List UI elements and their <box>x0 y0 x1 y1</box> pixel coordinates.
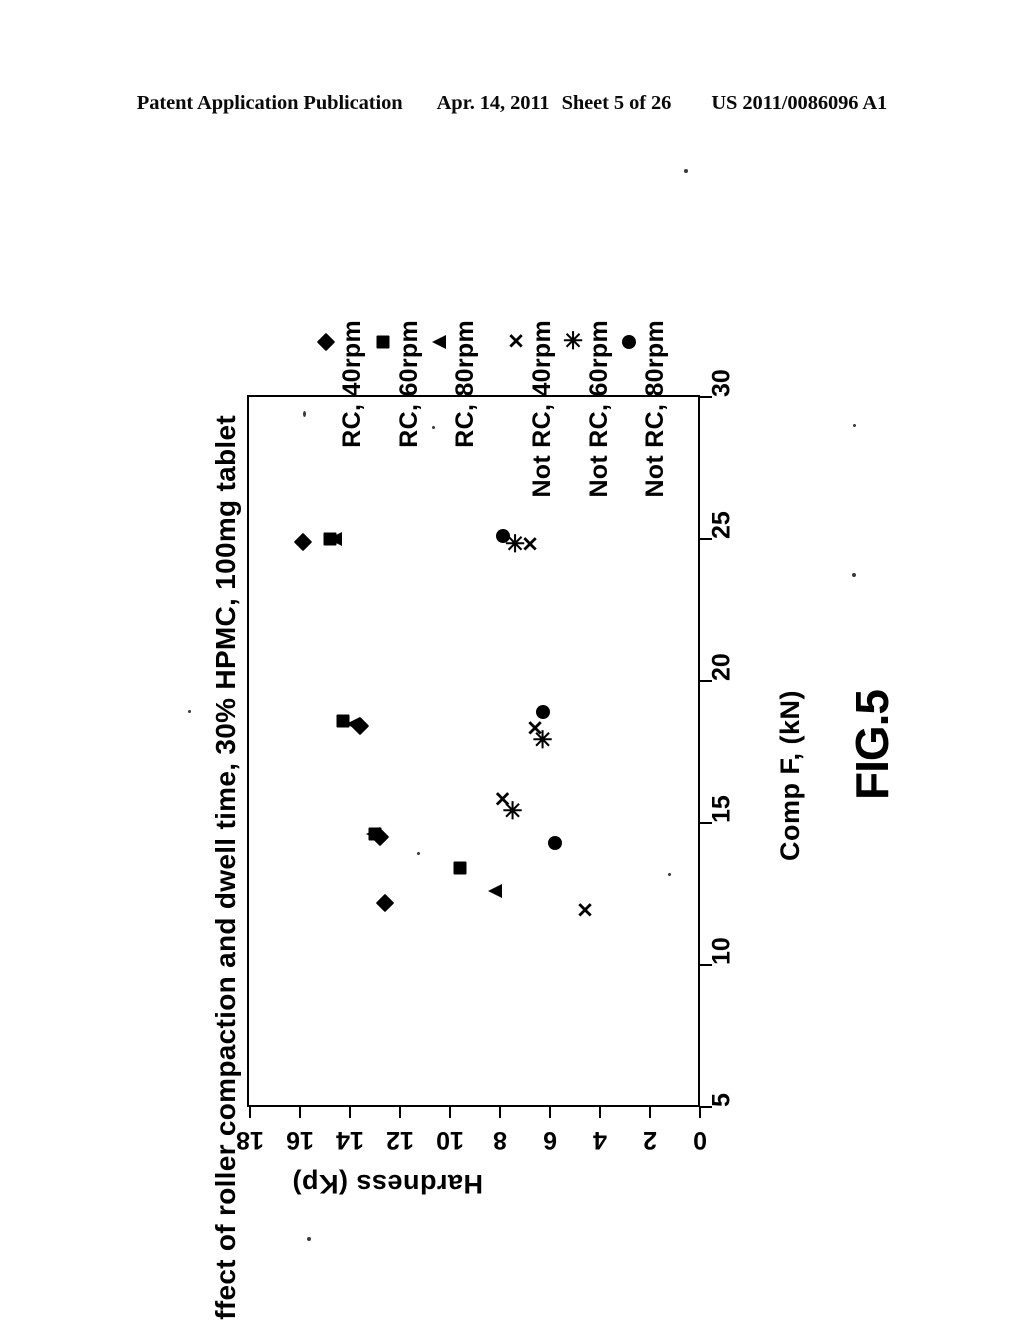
plot-area <box>247 395 700 1107</box>
triangle-marker-icon <box>432 335 446 349</box>
data-point <box>328 532 342 546</box>
legend-label: Not RC, 60rpm <box>585 320 613 498</box>
data-point <box>345 716 360 731</box>
scan-speck <box>307 1237 311 1241</box>
legend-label: RC, 40rpm <box>338 320 366 448</box>
triangle-marker-icon <box>365 827 380 842</box>
x-axis-tick-label: 15 <box>707 795 736 823</box>
figure-label: FIG.5 <box>846 690 898 801</box>
y-axis-tick <box>548 1107 552 1118</box>
chart-title: Effect of roller compaction and dwell ti… <box>210 415 241 1320</box>
y-axis-tick-label: 6 <box>543 1126 557 1154</box>
chart-legend: RC, 40rpm RC, 60rpm RC, 80rpm ✕ Not RC, 40rp… <box>316 190 670 498</box>
data-point <box>453 861 467 875</box>
legend-label: Not RC, 40rpm <box>528 320 556 498</box>
legend-marker <box>376 335 390 349</box>
y-axis-tick-label: 10 <box>436 1126 464 1154</box>
legend-label: RC, 60rpm <box>395 320 423 448</box>
x-axis-title: Comp F, (kN) <box>775 690 805 861</box>
figure-5: ✕ ✕ ✕ ✕ ✳ ✳ ✳ 18 16 14 12 10 8 6 4 2 0 5 10 15 20 25 30 Effec… <box>0 0 1024 1320</box>
y-axis-tick <box>298 1107 302 1118</box>
legend-marker <box>622 335 636 349</box>
y-axis-tick <box>648 1107 652 1118</box>
y-axis-tick-label: 4 <box>593 1126 607 1154</box>
y-axis-tick-label: 2 <box>643 1126 657 1154</box>
legend-label: Not RC, 80rpm <box>641 320 669 498</box>
x-axis-tick-label: 10 <box>707 937 736 965</box>
data-point <box>495 529 510 544</box>
x-marker-icon: ✕ <box>576 899 594 923</box>
scan-speck <box>417 852 420 855</box>
asterisk-marker-icon: ✳ <box>532 726 553 754</box>
scan-speck <box>303 411 306 417</box>
circle-marker-icon <box>495 529 510 544</box>
y-axis-tick-label: 12 <box>386 1126 414 1154</box>
circle-marker-icon <box>535 705 550 720</box>
y-axis-tick <box>248 1107 252 1118</box>
data-point <box>365 827 380 842</box>
legend-marker <box>432 335 446 349</box>
y-axis-tick <box>348 1107 352 1118</box>
diamond-marker-icon <box>293 532 312 552</box>
scan-speck <box>432 426 435 429</box>
triangle-marker-icon <box>345 716 360 731</box>
circle-marker-icon <box>622 335 636 349</box>
circle-marker-icon <box>548 835 562 850</box>
asterisk-marker-icon: ✳ <box>562 328 584 355</box>
diamond-marker-icon <box>316 332 336 352</box>
y-axis-title: Hardness (Kp) <box>292 1169 484 1199</box>
x-axis-tick-label: 25 <box>707 511 736 539</box>
scan-speck <box>852 573 856 577</box>
asterisk-marker-icon: ✳ <box>502 797 523 825</box>
x-marker-icon: ✕ <box>507 330 525 354</box>
scan-speck <box>668 873 671 876</box>
triangle-marker-icon <box>328 532 342 546</box>
data-point <box>535 705 550 720</box>
data-point: ✳ <box>502 797 523 825</box>
y-axis-tick <box>398 1107 402 1118</box>
y-axis-tick-label: 14 <box>336 1126 364 1154</box>
y-axis-tick-label: 0 <box>693 1126 707 1154</box>
data-point <box>293 532 312 552</box>
square-marker-icon <box>376 335 390 349</box>
data-point <box>548 835 562 850</box>
legend-marker: ✳ <box>563 330 583 354</box>
y-axis-tick-label: 8 <box>493 1126 507 1154</box>
diamond-marker-icon <box>375 893 395 912</box>
data-point: ✳ <box>532 726 553 754</box>
x-axis-tick-label: 5 <box>707 1093 736 1107</box>
y-axis-tick <box>598 1107 602 1118</box>
triangle-marker-icon <box>488 884 502 899</box>
legend-marker: ✕ <box>507 332 525 353</box>
y-axis-tick <box>698 1107 702 1118</box>
legend-label: RC, 80rpm <box>451 320 479 448</box>
scan-speck <box>853 424 856 427</box>
scan-speck <box>188 710 191 713</box>
x-axis-tick-label: 30 <box>707 369 736 397</box>
y-axis-tick <box>448 1107 452 1118</box>
data-point: ✕ <box>576 901 594 922</box>
scan-speck <box>684 169 688 173</box>
y-axis-tick-label: 16 <box>286 1126 314 1154</box>
square-marker-icon <box>453 861 467 875</box>
y-axis-tick <box>498 1107 502 1118</box>
legend-marker <box>316 332 336 352</box>
x-axis-tick-label: 20 <box>707 653 736 681</box>
data-point <box>488 884 502 899</box>
data-point <box>375 893 395 912</box>
patent-page: Patent Application Publication Apr. 14, … <box>0 0 1024 1320</box>
